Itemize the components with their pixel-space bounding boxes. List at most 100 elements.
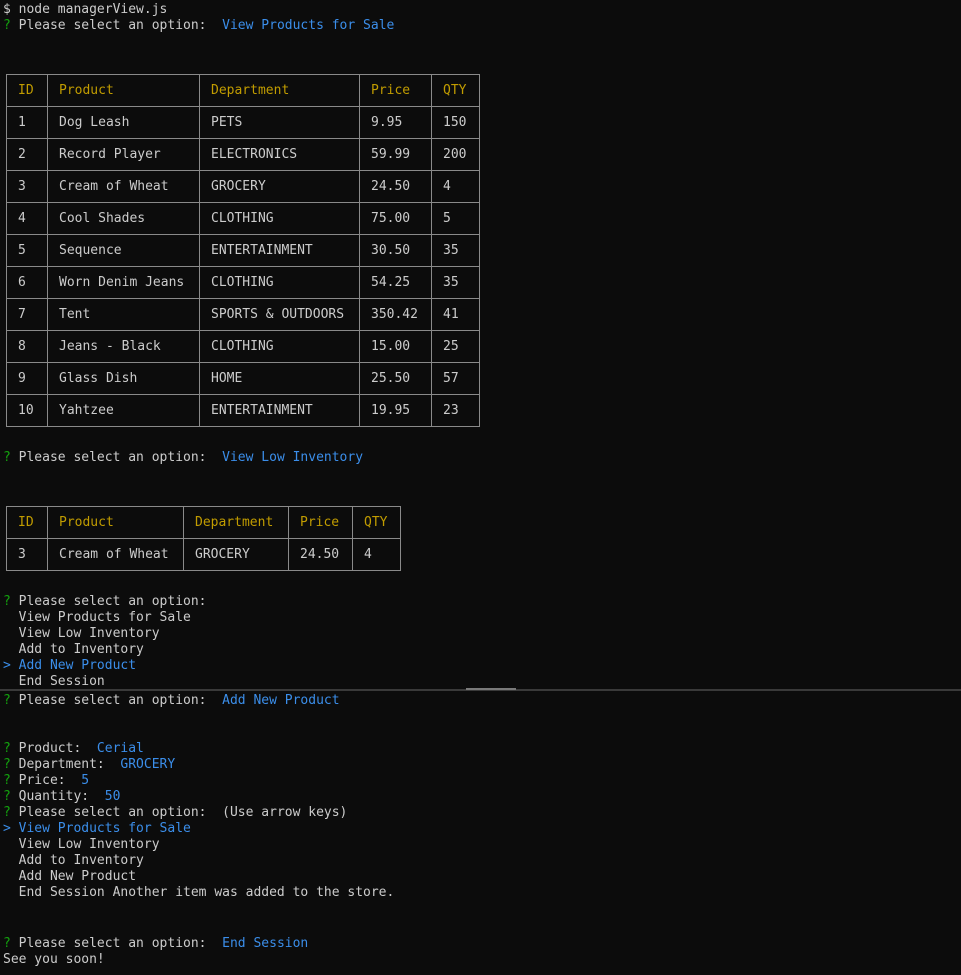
cell-department: CLOTHING: [199, 266, 360, 299]
cell-id: 1: [6, 106, 48, 139]
cell-department: ENTERTAINMENT: [199, 394, 360, 427]
cell-qty: 5: [431, 202, 480, 235]
prompt-answer: End Session: [222, 936, 309, 951]
terminal-pane-bottom[interactable]: ? Please select an option: Add New Produ…: [0, 691, 961, 975]
cell-department: ELECTRONICS: [199, 138, 360, 171]
column-header-price: Price: [288, 506, 353, 539]
column-header-department: Department: [199, 74, 360, 107]
cell-id: 3: [6, 538, 48, 571]
prompt-question: Please select an option:: [10, 18, 223, 33]
cell-product: Tent: [47, 298, 200, 331]
prompt-answer: 50: [104, 789, 121, 804]
cell-qty: 4: [431, 170, 480, 203]
selection-cursor: >: [3, 658, 11, 673]
prompt-question: Please select an option:: [10, 594, 207, 609]
prompt-mark: ?: [3, 741, 11, 756]
cell-qty: 25: [431, 330, 480, 363]
cell-price: 24.50: [359, 170, 432, 203]
menu-option-add-new-product[interactable]: > Add New Product: [3, 658, 136, 674]
cell-qty: 35: [431, 266, 480, 299]
menu-option-view-products[interactable]: > View Products for Sale: [3, 821, 191, 837]
table-header-row: ID Product Department Price QTY: [6, 74, 480, 107]
column-header-qty: QTY: [352, 506, 401, 539]
pane-divider-handle[interactable]: [466, 688, 516, 690]
table-row: 6 Worn Denim Jeans CLOTHING 54.25 35: [6, 266, 480, 299]
menu-option-end-session[interactable]: End Session: [3, 674, 105, 690]
cell-id: 5: [6, 234, 48, 267]
prompt-mark: ?: [3, 18, 11, 33]
prompt-answer: Cerial: [96, 741, 144, 756]
cell-id: 4: [6, 202, 48, 235]
cell-id: 6: [6, 266, 48, 299]
department-prompt-line: ? Department: GROCERY: [3, 757, 175, 773]
prompt-mark: ?: [3, 936, 11, 951]
table-row: 9 Glass Dish HOME 25.50 57: [6, 362, 480, 395]
cell-price: 25.50: [359, 362, 432, 395]
menu-option-end-session[interactable]: End Session Another item was added to th…: [3, 885, 395, 901]
prompt-mark: ?: [3, 773, 11, 788]
prompt-answer: Add New Product: [222, 693, 340, 708]
low-inventory-table: ID Product Department Price QTY 3 Cream o…: [6, 506, 401, 571]
quantity-prompt-line: ? Quantity: 50: [3, 789, 120, 805]
cell-product: Sequence: [47, 234, 200, 267]
cell-price: 24.50: [288, 538, 353, 571]
status-message: Another item was added to the store.: [104, 885, 395, 900]
table-row: 10 Yahtzee ENTERTAINMENT 19.95 23: [6, 394, 480, 427]
prompt-hint: (Use arrow keys): [222, 805, 348, 820]
prompt-answer: View Low Inventory: [222, 450, 364, 465]
prompt-line: ? Please select an option:: [3, 594, 207, 610]
prompt-mark: ?: [3, 450, 11, 465]
cell-qty: 57: [431, 362, 480, 395]
menu-option-view-low-inventory[interactable]: View Low Inventory: [3, 837, 160, 853]
cell-price: 9.95: [359, 106, 432, 139]
cell-price: 75.00: [359, 202, 432, 235]
menu-option-view-low-inventory[interactable]: View Low Inventory: [3, 626, 160, 642]
prompt-mark: ?: [3, 757, 11, 772]
cell-price: 15.00: [359, 330, 432, 363]
column-header-product: Product: [47, 506, 184, 539]
table-row: 3 Cream of Wheat GROCERY 24.50 4: [6, 170, 480, 203]
column-header-id: ID: [6, 74, 48, 107]
prompt-mark: ?: [3, 594, 11, 609]
cell-product: Cream of Wheat: [47, 170, 200, 203]
cell-product: Cream of Wheat: [47, 538, 184, 571]
column-header-qty: QTY: [431, 74, 480, 107]
menu-option-add-to-inventory[interactable]: Add to Inventory: [3, 853, 144, 869]
price-prompt-line: ? Price: 5: [3, 773, 89, 789]
prompt-mark: ?: [3, 693, 11, 708]
column-header-department: Department: [183, 506, 289, 539]
menu-option-view-products[interactable]: View Products for Sale: [3, 610, 191, 626]
cell-product: Jeans - Black: [47, 330, 200, 363]
table-row: 2 Record Player ELECTRONICS 59.99 200: [6, 138, 480, 171]
cell-id: 9: [6, 362, 48, 395]
cell-id: 10: [6, 394, 48, 427]
table-header-row: ID Product Department Price QTY: [6, 506, 401, 539]
cell-product: Cool Shades: [47, 202, 200, 235]
cell-department: ENTERTAINMENT: [199, 234, 360, 267]
cell-department: CLOTHING: [199, 330, 360, 363]
cell-price: 19.95: [359, 394, 432, 427]
cell-qty: 23: [431, 394, 480, 427]
table-row: 1 Dog Leash PETS 9.95 150: [6, 106, 480, 139]
cell-id: 8: [6, 330, 48, 363]
menu-option-add-to-inventory[interactable]: Add to Inventory: [3, 642, 144, 658]
prompt-question: Please select an option:: [10, 450, 223, 465]
prompt-question: Department:: [10, 757, 121, 772]
prompt-question: Please select an option:: [10, 936, 223, 951]
cell-department: GROCERY: [183, 538, 289, 571]
cell-department: CLOTHING: [199, 202, 360, 235]
column-header-product: Product: [47, 74, 200, 107]
cell-qty: 35: [431, 234, 480, 267]
cell-qty: 200: [431, 138, 480, 171]
terminal-pane-top[interactable]: $ node managerView.js ? Please select an…: [0, 0, 961, 690]
cell-product: Worn Denim Jeans: [47, 266, 200, 299]
cell-qty: 150: [431, 106, 480, 139]
menu-option-add-new-product[interactable]: Add New Product: [3, 869, 136, 885]
cell-product: Glass Dish: [47, 362, 200, 395]
table-row: 8 Jeans - Black CLOTHING 15.00 25: [6, 330, 480, 363]
prompt-answer: 5: [81, 773, 90, 788]
table-row: 4 Cool Shades CLOTHING 75.00 5: [6, 202, 480, 235]
selection-cursor: >: [3, 821, 11, 836]
cell-price: 350.42: [359, 298, 432, 331]
cell-product: Dog Leash: [47, 106, 200, 139]
